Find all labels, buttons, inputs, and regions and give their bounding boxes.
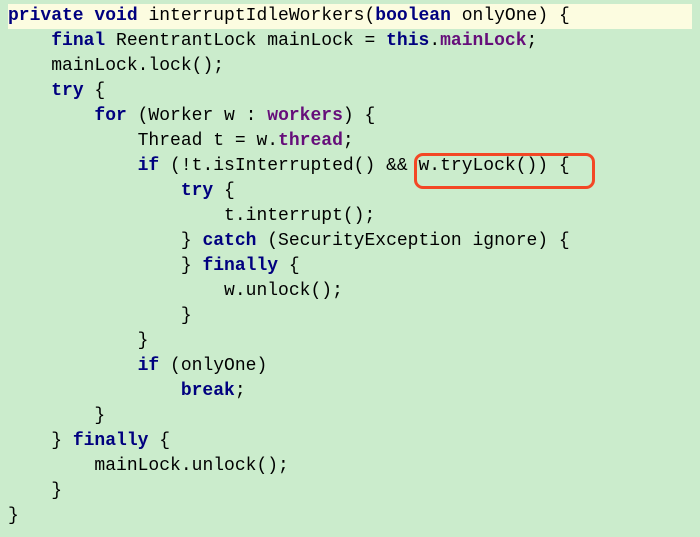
call-unlock: w.unlock(); [224,281,343,301]
kw-break: break [181,381,235,401]
kw-this: this [386,31,429,51]
kw-if-onlyOne: if [138,356,160,376]
method-name: interruptIdleWorkers [148,6,364,26]
kw-private-void: private void [8,6,138,26]
kw-for: for [94,106,126,126]
kw-try: try [51,81,83,101]
kw-boolean: boolean [375,6,451,26]
kw-catch: catch [202,231,256,251]
method-signature-line: private void interruptIdleWorkers(boolea… [8,4,692,29]
call-interrupt: t.interrupt(); [224,206,375,226]
kw-try-inner: try [181,181,213,201]
cond-tryLock: && w.tryLock()) [386,156,548,176]
field-mainLock: mainLock [440,31,526,51]
kw-finally-inner: finally [202,256,278,276]
field-workers: workers [267,106,343,126]
kw-final: final [51,31,105,51]
cond-isInterrupted: (!t.isInterrupted() [159,156,386,176]
kw-if: if [138,156,160,176]
call-mainLock-unlock: mainLock.unlock(); [94,456,288,476]
field-thread: thread [278,131,343,151]
call-lock: mainLock.lock(); [51,56,224,76]
kw-finally: finally [73,431,149,451]
code-block: private void interruptIdleWorkers(boolea… [0,0,700,537]
